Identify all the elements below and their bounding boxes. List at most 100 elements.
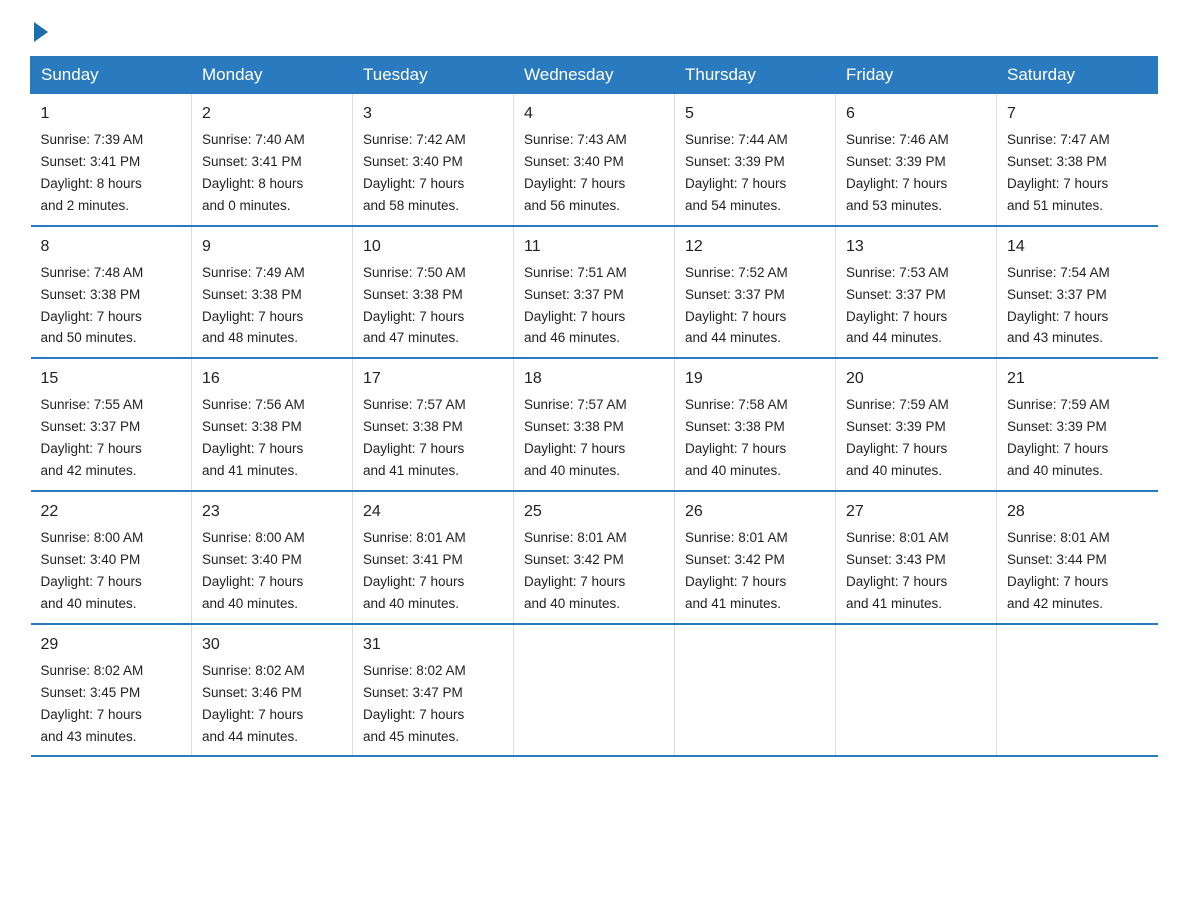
day-info: Sunrise: 8:02 AMSunset: 3:46 PMDaylight:… bbox=[202, 663, 305, 744]
calendar-cell: 7 Sunrise: 7:47 AMSunset: 3:38 PMDaylight… bbox=[997, 94, 1158, 226]
calendar-table: SundayMondayTuesdayWednesdayThursdayFrid… bbox=[30, 56, 1158, 757]
day-info: Sunrise: 8:01 AMSunset: 3:42 PMDaylight:… bbox=[524, 530, 627, 611]
day-number: 20 bbox=[846, 367, 986, 391]
day-info: Sunrise: 7:46 AMSunset: 3:39 PMDaylight:… bbox=[846, 132, 949, 213]
day-number: 11 bbox=[524, 235, 664, 259]
day-number: 29 bbox=[41, 633, 182, 657]
day-info: Sunrise: 7:48 AMSunset: 3:38 PMDaylight:… bbox=[41, 265, 144, 346]
header-cell-monday: Monday bbox=[192, 57, 353, 94]
calendar-cell bbox=[514, 624, 675, 757]
day-info: Sunrise: 8:02 AMSunset: 3:45 PMDaylight:… bbox=[41, 663, 144, 744]
calendar-cell: 12Sunrise: 7:52 AMSunset: 3:37 PMDayligh… bbox=[675, 226, 836, 359]
day-info: Sunrise: 7:50 AMSunset: 3:38 PMDaylight:… bbox=[363, 265, 466, 346]
day-number: 28 bbox=[1007, 500, 1148, 524]
day-info: Sunrise: 7:59 AMSunset: 3:39 PMDaylight:… bbox=[1007, 397, 1110, 478]
day-number: 18 bbox=[524, 367, 664, 391]
day-number: 5 bbox=[685, 102, 825, 126]
header-cell-wednesday: Wednesday bbox=[514, 57, 675, 94]
day-number: 30 bbox=[202, 633, 342, 657]
calendar-cell: 13 Sunrise: 7:53 AMSunset: 3:37 PMDayligh… bbox=[836, 226, 997, 359]
calendar-header: SundayMondayTuesdayWednesdayThursdayFrid… bbox=[31, 57, 1158, 94]
calendar-body: 1 Sunrise: 7:39 AMSunset: 3:41 PMDaylight… bbox=[31, 94, 1158, 757]
calendar-cell: 22 Sunrise: 8:00 AMSunset: 3:40 PMDayligh… bbox=[31, 491, 192, 624]
calendar-cell: 27Sunrise: 8:01 AMSunset: 3:43 PMDayligh… bbox=[836, 491, 997, 624]
header-row: SundayMondayTuesdayWednesdayThursdayFrid… bbox=[31, 57, 1158, 94]
calendar-cell: 23Sunrise: 8:00 AMSunset: 3:40 PMDayligh… bbox=[192, 491, 353, 624]
header-cell-tuesday: Tuesday bbox=[353, 57, 514, 94]
calendar-cell bbox=[997, 624, 1158, 757]
day-number: 31 bbox=[363, 633, 503, 657]
calendar-cell: 21Sunrise: 7:59 AMSunset: 3:39 PMDayligh… bbox=[997, 358, 1158, 491]
day-info: Sunrise: 7:47 AMSunset: 3:38 PMDaylight:… bbox=[1007, 132, 1110, 213]
day-number: 13 bbox=[846, 235, 986, 259]
day-number: 6 bbox=[846, 102, 986, 126]
calendar-cell bbox=[836, 624, 997, 757]
logo bbox=[30, 20, 48, 38]
day-info: Sunrise: 7:54 AMSunset: 3:37 PMDaylight:… bbox=[1007, 265, 1110, 346]
calendar-row-week-1: 1 Sunrise: 7:39 AMSunset: 3:41 PMDaylight… bbox=[31, 94, 1158, 226]
calendar-cell: 31Sunrise: 8:02 AMSunset: 3:47 PMDayligh… bbox=[353, 624, 514, 757]
day-number: 10 bbox=[363, 235, 503, 259]
header-cell-saturday: Saturday bbox=[997, 57, 1158, 94]
calendar-cell: 2 Sunrise: 7:40 AMSunset: 3:41 PMDaylight… bbox=[192, 94, 353, 226]
calendar-cell: 6 Sunrise: 7:46 AMSunset: 3:39 PMDaylight… bbox=[836, 94, 997, 226]
day-number: 8 bbox=[41, 235, 182, 259]
day-info: Sunrise: 7:57 AMSunset: 3:38 PMDaylight:… bbox=[524, 397, 627, 478]
calendar-row-week-4: 22 Sunrise: 8:00 AMSunset: 3:40 PMDayligh… bbox=[31, 491, 1158, 624]
day-info: Sunrise: 7:52 AMSunset: 3:37 PMDaylight:… bbox=[685, 265, 788, 346]
day-info: Sunrise: 7:51 AMSunset: 3:37 PMDaylight:… bbox=[524, 265, 627, 346]
calendar-cell: 29 Sunrise: 8:02 AMSunset: 3:45 PMDayligh… bbox=[31, 624, 192, 757]
calendar-row-week-5: 29 Sunrise: 8:02 AMSunset: 3:45 PMDayligh… bbox=[31, 624, 1158, 757]
calendar-cell: 8 Sunrise: 7:48 AMSunset: 3:38 PMDaylight… bbox=[31, 226, 192, 359]
day-info: Sunrise: 7:42 AMSunset: 3:40 PMDaylight:… bbox=[363, 132, 466, 213]
day-info: Sunrise: 8:01 AMSunset: 3:44 PMDaylight:… bbox=[1007, 530, 1110, 611]
calendar-cell: 25 Sunrise: 8:01 AMSunset: 3:42 PMDayligh… bbox=[514, 491, 675, 624]
day-info: Sunrise: 7:56 AMSunset: 3:38 PMDaylight:… bbox=[202, 397, 305, 478]
logo-arrow-icon bbox=[34, 22, 48, 42]
day-number: 15 bbox=[41, 367, 182, 391]
calendar-cell: 17 Sunrise: 7:57 AMSunset: 3:38 PMDayligh… bbox=[353, 358, 514, 491]
day-info: Sunrise: 7:59 AMSunset: 3:39 PMDaylight:… bbox=[846, 397, 949, 478]
day-number: 17 bbox=[363, 367, 503, 391]
day-number: 7 bbox=[1007, 102, 1148, 126]
header-cell-sunday: Sunday bbox=[31, 57, 192, 94]
day-info: Sunrise: 8:01 AMSunset: 3:42 PMDaylight:… bbox=[685, 530, 788, 611]
day-info: Sunrise: 7:39 AMSunset: 3:41 PMDaylight:… bbox=[41, 132, 144, 213]
day-number: 26 bbox=[685, 500, 825, 524]
day-info: Sunrise: 8:00 AMSunset: 3:40 PMDaylight:… bbox=[41, 530, 144, 611]
day-number: 9 bbox=[202, 235, 342, 259]
day-number: 2 bbox=[202, 102, 342, 126]
calendar-cell: 30 Sunrise: 8:02 AMSunset: 3:46 PMDayligh… bbox=[192, 624, 353, 757]
day-info: Sunrise: 7:44 AMSunset: 3:39 PMDaylight:… bbox=[685, 132, 788, 213]
day-info: Sunrise: 7:53 AMSunset: 3:37 PMDaylight:… bbox=[846, 265, 949, 346]
day-number: 14 bbox=[1007, 235, 1148, 259]
calendar-cell: 5 Sunrise: 7:44 AMSunset: 3:39 PMDaylight… bbox=[675, 94, 836, 226]
calendar-cell: 10 Sunrise: 7:50 AMSunset: 3:38 PMDayligh… bbox=[353, 226, 514, 359]
header-cell-friday: Friday bbox=[836, 57, 997, 94]
calendar-row-week-3: 15Sunrise: 7:55 AMSunset: 3:37 PMDayligh… bbox=[31, 358, 1158, 491]
day-number: 25 bbox=[524, 500, 664, 524]
day-number: 22 bbox=[41, 500, 182, 524]
day-info: Sunrise: 8:00 AMSunset: 3:40 PMDaylight:… bbox=[202, 530, 305, 611]
day-number: 4 bbox=[524, 102, 664, 126]
day-info: Sunrise: 7:49 AMSunset: 3:38 PMDaylight:… bbox=[202, 265, 305, 346]
calendar-cell bbox=[675, 624, 836, 757]
day-info: Sunrise: 7:40 AMSunset: 3:41 PMDaylight:… bbox=[202, 132, 305, 213]
calendar-cell: 26 Sunrise: 8:01 AMSunset: 3:42 PMDayligh… bbox=[675, 491, 836, 624]
day-number: 19 bbox=[685, 367, 825, 391]
page-header bbox=[30, 20, 1158, 38]
calendar-cell: 11 Sunrise: 7:51 AMSunset: 3:37 PMDayligh… bbox=[514, 226, 675, 359]
calendar-cell: 19Sunrise: 7:58 AMSunset: 3:38 PMDayligh… bbox=[675, 358, 836, 491]
day-number: 1 bbox=[41, 102, 182, 126]
calendar-cell: 14 Sunrise: 7:54 AMSunset: 3:37 PMDayligh… bbox=[997, 226, 1158, 359]
calendar-cell: 15Sunrise: 7:55 AMSunset: 3:37 PMDayligh… bbox=[31, 358, 192, 491]
header-cell-thursday: Thursday bbox=[675, 57, 836, 94]
calendar-cell: 18 Sunrise: 7:57 AMSunset: 3:38 PMDayligh… bbox=[514, 358, 675, 491]
day-info: Sunrise: 7:43 AMSunset: 3:40 PMDaylight:… bbox=[524, 132, 627, 213]
calendar-cell: 20 Sunrise: 7:59 AMSunset: 3:39 PMDayligh… bbox=[836, 358, 997, 491]
calendar-cell: 3Sunrise: 7:42 AMSunset: 3:40 PMDaylight… bbox=[353, 94, 514, 226]
day-info: Sunrise: 7:57 AMSunset: 3:38 PMDaylight:… bbox=[363, 397, 466, 478]
day-number: 24 bbox=[363, 500, 503, 524]
calendar-cell: 28 Sunrise: 8:01 AMSunset: 3:44 PMDayligh… bbox=[997, 491, 1158, 624]
calendar-cell: 16Sunrise: 7:56 AMSunset: 3:38 PMDayligh… bbox=[192, 358, 353, 491]
